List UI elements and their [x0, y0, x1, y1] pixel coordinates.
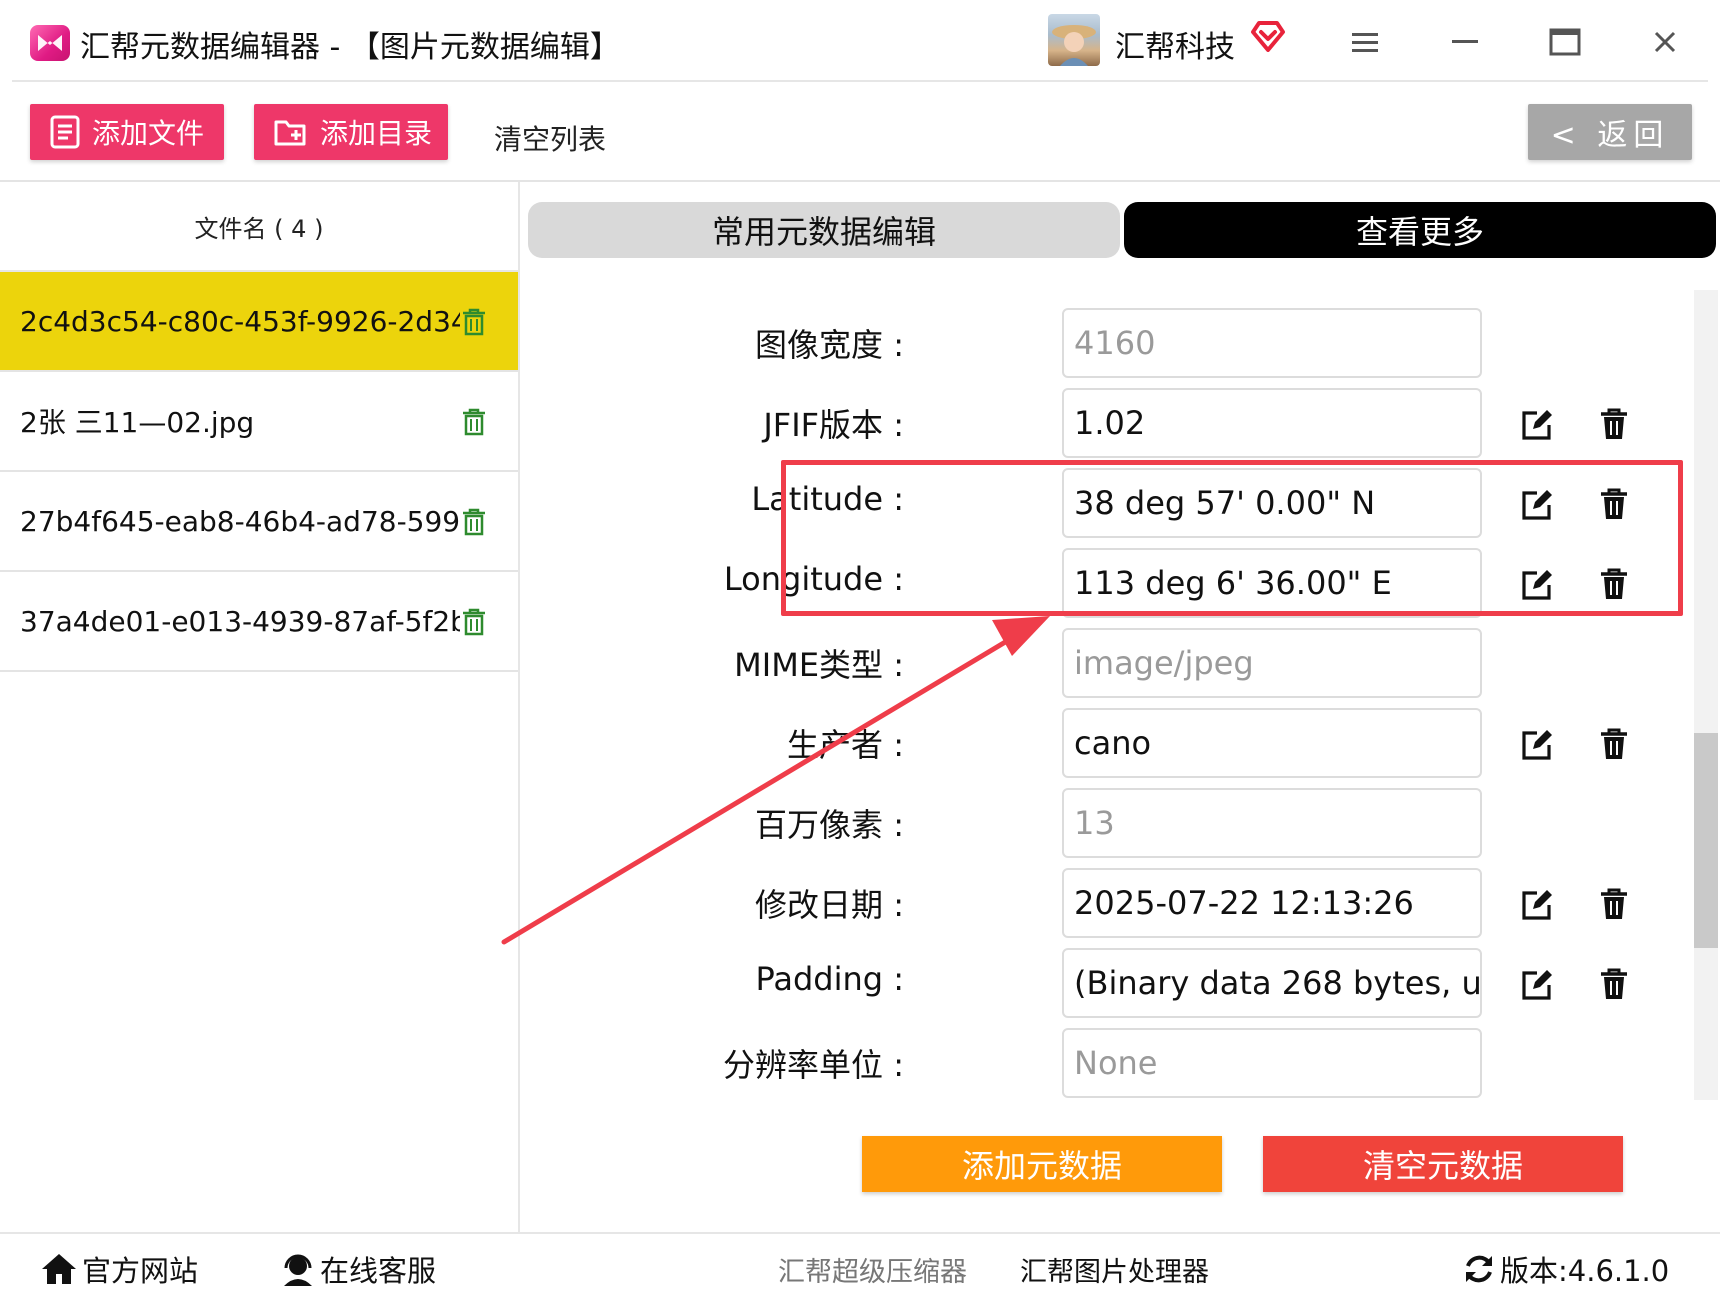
edit-icon[interactable] — [1520, 888, 1554, 926]
file-name: 2c4d3c54-c80c-453f-9926-2d34… — [20, 304, 460, 338]
jfif-version-input[interactable]: 1.02 — [1062, 388, 1482, 458]
trash-icon[interactable] — [1600, 888, 1628, 924]
home-icon — [42, 1254, 76, 1284]
field-label: 图像宽度 : — [755, 326, 904, 364]
online-support-label: 在线客服 — [320, 1254, 437, 1288]
field-label: 分辨率单位 : — [723, 1046, 904, 1084]
add-directory-label: 添加目录 — [320, 117, 433, 150]
trash-icon[interactable] — [1600, 408, 1628, 444]
file-row[interactable]: 37a4de01-e013-4939-87af-5f2b… — [0, 572, 518, 672]
field-label: 生产者 : — [787, 726, 904, 764]
avatar[interactable] — [1048, 14, 1100, 66]
metadata-row: 图像宽度 : 4160 — [520, 308, 1695, 380]
file-list-header: 文件名 ( 4 ) — [0, 182, 518, 272]
edit-icon[interactable] — [1520, 568, 1554, 606]
footer: 官方网站 在线客服 汇帮超级压缩器 汇帮图片处理器 版本:4.6.1.0 — [0, 1232, 1720, 1300]
clear-metadata-button[interactable]: 清空元数据 — [1263, 1136, 1623, 1192]
metadata-row: Longitude : 113 deg 6' 36.00" E — [520, 548, 1695, 620]
metadata-row: Padding : (Binary data 268 bytes, use — [520, 948, 1695, 1020]
trash-icon[interactable] — [1600, 968, 1628, 1004]
add-file-button[interactable]: 添加文件 — [30, 104, 224, 160]
minimize-icon[interactable] — [1443, 20, 1487, 64]
padding-input[interactable]: (Binary data 268 bytes, use — [1062, 948, 1482, 1018]
trash-icon[interactable] — [462, 608, 486, 640]
refresh-icon[interactable] — [1462, 1252, 1496, 1286]
file-name: 27b4f645-eab8-46b4-ad78-5998… — [20, 504, 460, 538]
field-label: 修改日期 : — [755, 886, 904, 924]
file-list-panel: 文件名 ( 4 ) 2c4d3c54-c80c-453f-9926-2d34… … — [0, 182, 520, 1232]
edit-icon[interactable] — [1520, 408, 1554, 446]
version-info: 版本:4.6.1.0 — [1462, 1248, 1669, 1290]
maximize-icon[interactable] — [1543, 20, 1587, 64]
official-website-label: 官方网站 — [82, 1254, 199, 1288]
trash-icon[interactable] — [1600, 728, 1628, 764]
file-row[interactable]: 2张 三11—02.jpg — [0, 372, 518, 472]
window-title: 汇帮元数据编辑器 - 【图片元数据编辑】 — [80, 30, 620, 65]
metadata-row: 分辨率单位 : None — [520, 1028, 1695, 1098]
add-metadata-button[interactable]: 添加元数据 — [862, 1136, 1222, 1192]
field-label: JFIF版本 : — [763, 406, 904, 444]
official-website-link[interactable]: 官方网站 — [40, 1248, 198, 1290]
company-name[interactable]: 汇帮科技 — [1115, 22, 1235, 66]
trash-icon[interactable] — [462, 508, 486, 540]
metadata-row: MIME类型 : image/jpeg — [520, 628, 1695, 700]
field-label: 百万像素 : — [755, 806, 904, 844]
metadata-row: 生产者 : cano — [520, 708, 1695, 780]
metadata-row: JFIF版本 : 1.02 — [520, 388, 1695, 460]
menu-icon[interactable] — [1343, 20, 1387, 64]
mime-type-input: image/jpeg — [1062, 628, 1482, 698]
edit-icon[interactable] — [1520, 728, 1554, 766]
back-button[interactable]: < 返回 — [1528, 104, 1692, 160]
tab-common-metadata[interactable]: 常用元数据编辑 — [528, 202, 1120, 258]
megapixels-input: 13 — [1062, 788, 1482, 858]
file-name: 37a4de01-e013-4939-87af-5f2b… — [20, 604, 460, 638]
edit-icon[interactable] — [1520, 488, 1554, 526]
add-file-label: 添加文件 — [92, 117, 205, 150]
image-processor-link[interactable]: 汇帮图片处理器 — [1020, 1250, 1209, 1289]
file-row[interactable]: 2c4d3c54-c80c-453f-9926-2d34… — [0, 272, 518, 372]
field-label: Padding : — [755, 960, 904, 998]
close-icon[interactable] — [1643, 20, 1687, 64]
edit-icon[interactable] — [1520, 968, 1554, 1006]
title-bar: 汇帮元数据编辑器 - 【图片元数据编辑】 汇帮科技 — [0, 0, 1720, 82]
field-label: Longitude : — [723, 560, 904, 598]
compressor-link[interactable]: 汇帮超级压缩器 — [778, 1250, 967, 1289]
toolbar: 添加文件 添加目录 清空列表 < 返回 — [0, 82, 1720, 182]
resolution-unit-input: None — [1062, 1028, 1482, 1098]
file-name: 2张 三11—02.jpg — [20, 406, 255, 439]
metadata-row: Latitude : 38 deg 57' 0.00" N — [520, 468, 1695, 540]
longitude-input[interactable]: 113 deg 6' 36.00" E — [1062, 548, 1482, 618]
producer-input[interactable]: cano — [1062, 708, 1482, 778]
clear-list-button[interactable]: 清空列表 — [494, 118, 606, 158]
tab-view-more[interactable]: 查看更多 — [1124, 202, 1716, 258]
headset-icon — [284, 1254, 312, 1286]
latitude-input[interactable]: 38 deg 57' 0.00" N — [1062, 468, 1482, 538]
metadata-form: 图像宽度 : 4160 JFIF版本 : 1.02 Latitude : 38 … — [520, 268, 1695, 1098]
online-support-link[interactable]: 在线客服 — [280, 1248, 436, 1290]
scrollbar-thumb[interactable] — [1694, 733, 1718, 948]
vip-heart-icon[interactable] — [1250, 20, 1286, 56]
file-icon — [50, 115, 80, 149]
trash-icon[interactable] — [1600, 488, 1628, 524]
modify-date-input[interactable]: 2025-07-22 12:13:26 — [1062, 868, 1482, 938]
metadata-row: 百万像素 : 13 — [520, 788, 1695, 860]
folder-add-icon — [274, 120, 306, 146]
metadata-row: 修改日期 : 2025-07-22 12:13:26 — [520, 868, 1695, 940]
file-row[interactable]: 27b4f645-eab8-46b4-ad78-5998… — [0, 472, 518, 572]
app-logo-icon — [30, 25, 70, 61]
trash-icon[interactable] — [462, 308, 486, 340]
scrollbar-track[interactable] — [1694, 290, 1718, 1100]
field-label: Latitude : — [751, 480, 904, 518]
image-width-input: 4160 — [1062, 308, 1482, 378]
add-directory-button[interactable]: 添加目录 — [254, 104, 448, 160]
field-label: MIME类型 : — [734, 646, 904, 684]
trash-icon[interactable] — [1600, 568, 1628, 604]
version-label: 版本:4.6.1.0 — [1500, 1254, 1670, 1288]
trash-icon[interactable] — [462, 408, 486, 440]
